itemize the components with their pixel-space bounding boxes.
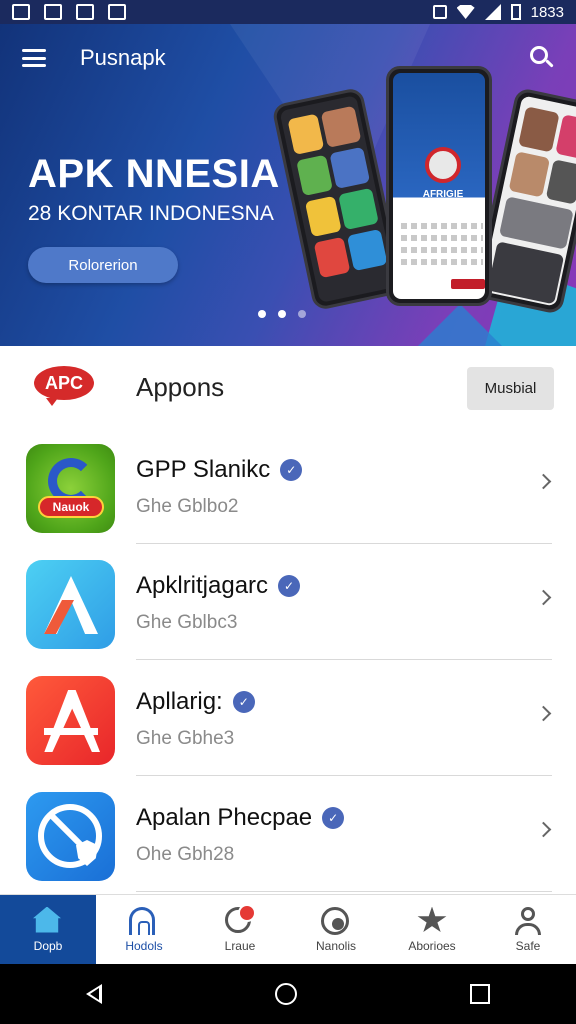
app-icon [26, 676, 115, 765]
signal-icon [484, 4, 501, 20]
app-subtitle: Ghe Gbhe3 [136, 728, 235, 749]
bottom-navigation: Dopb Hodols Lraue Nanolis Aborioes Safe [0, 894, 576, 964]
verified-badge-icon: ✓ [278, 575, 301, 597]
section-header: APC Appons Musbial [0, 346, 576, 428]
chevron-right-icon [535, 821, 552, 838]
gallery-icon [12, 4, 30, 20]
recent-apps-icon[interactable] [469, 984, 490, 1004]
phone-icon [44, 4, 62, 20]
carousel-dot[interactable] [258, 310, 266, 318]
status-bar: 1833 [0, 0, 576, 24]
notification-badge-icon [225, 903, 256, 935]
nav-label: Hodols [125, 938, 163, 953]
chevron-right-icon [535, 589, 552, 606]
hero-subtitle: 28 KONTAR INDONESNA [28, 202, 274, 225]
nav-label: Lraue [224, 938, 256, 953]
app-icon-label: Nauok [38, 496, 104, 518]
system-indicators: 1833 [432, 3, 564, 21]
phone-action-bar [451, 279, 485, 289]
search-icon[interactable] [530, 46, 554, 70]
building-icon [129, 906, 159, 935]
status-time: 1833 [530, 3, 564, 21]
verified-badge-icon: ✓ [232, 691, 255, 713]
nav-item-lraue[interactable]: Lraue [192, 895, 288, 964]
menu-icon[interactable] [22, 49, 46, 67]
nav-label: Aborioes [408, 938, 456, 953]
app-subtitle: Ghe Gblbo2 [136, 496, 239, 517]
hero-title: APK NNESIA [28, 152, 280, 196]
system-navigation-bar [0, 964, 576, 1024]
notification-icons [12, 4, 126, 20]
app-name: Apalan Phecpae ✓ [136, 804, 345, 832]
nav-label: Dopb [33, 938, 63, 953]
hero-cta-button[interactable]: Rolorerion [28, 247, 178, 283]
nav-label: Nanolis [315, 938, 357, 953]
app-subtitle: Ghe Gblbc3 [136, 612, 238, 633]
wifi-icon [456, 5, 475, 19]
nav-item-profile[interactable]: Safe [480, 895, 576, 964]
hero-banner[interactable]: Pusnapk APK NNESIA 28 KONTAR INDONESNA R… [0, 24, 576, 346]
section-title: Appons [136, 372, 225, 402]
app-list-item[interactable]: Apllarig: ✓ Ghe Gbhe3 [0, 660, 576, 776]
nav-item-hodols[interactable]: Hodols [96, 895, 192, 964]
star-icon [417, 906, 447, 935]
carousel-indicator[interactable] [258, 310, 306, 318]
app-list-item[interactable]: Nauok GPP Slanikc ✓ Ghe Gblbo2 [0, 428, 576, 544]
phone-mockup-main: AFRIGIE [386, 66, 492, 306]
app-icon [26, 560, 115, 649]
verified-badge-icon: ✓ [280, 459, 303, 481]
target-icon [321, 906, 351, 935]
back-icon[interactable] [86, 984, 103, 1004]
app-name: Apllarig: ✓ [136, 688, 255, 716]
app-list-item[interactable]: Apklritjagarc ✓ Ghe Gblbc3 [0, 544, 576, 660]
app-subtitle: Ohe Gbh28 [136, 844, 235, 865]
user-icon [513, 906, 543, 935]
phone-screen-label: AFRIGIE [422, 189, 464, 200]
mute-icon [432, 5, 447, 19]
app-icon: Nauok [26, 444, 115, 533]
chevron-right-icon [535, 705, 552, 722]
app-name: Apklritjagarc ✓ [136, 572, 301, 600]
nav-item-home[interactable]: Dopb [0, 895, 96, 964]
home-circle-icon[interactable] [274, 983, 297, 1005]
battery-icon [510, 4, 521, 20]
nav-item-aborioes[interactable]: Aborioes [384, 895, 480, 964]
carousel-dot[interactable] [278, 310, 286, 318]
app-name: GPP Slanikc ✓ [136, 456, 303, 484]
apc-logo: APC [34, 366, 94, 406]
home-icon [33, 906, 63, 935]
app-title: Pusnapk [80, 45, 166, 70]
section-action-button[interactable]: Musbial [467, 367, 554, 410]
nav-item-nanolis[interactable]: Nanolis [288, 895, 384, 964]
phone-app-logo [425, 147, 461, 183]
chevron-right-icon [535, 473, 552, 490]
nav-label: Safe [515, 938, 541, 953]
image-icon [108, 4, 126, 20]
app-list-item[interactable]: Apalan Phecpae ✓ Ohe Gbh28 [0, 776, 576, 892]
verified-badge-icon: ✓ [322, 807, 345, 829]
carousel-dot[interactable] [298, 310, 306, 318]
music-icon [76, 4, 94, 20]
app-icon [26, 792, 115, 881]
